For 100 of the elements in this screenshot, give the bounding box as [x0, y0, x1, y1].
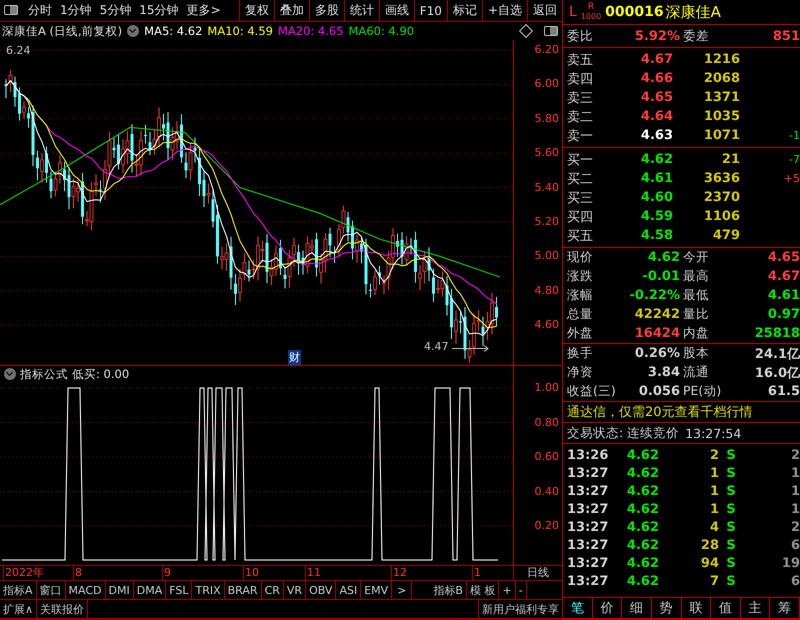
moving-average-label: MA5: 4.62 [144, 24, 202, 38]
order-level-label: 卖三 [567, 90, 594, 106]
indicator-tab[interactable]: EMV [361, 581, 392, 599]
panel-tab[interactable]: 值 [711, 598, 741, 618]
price-axis-label: 5.20 [534, 215, 559, 228]
panel-tab[interactable]: 主 [740, 598, 770, 618]
toolbar-button[interactable]: 复权 [238, 0, 274, 21]
promo-link[interactable]: 通达信，仅需20元查看千档行情 [567, 403, 753, 421]
field-value: 851 [772, 28, 800, 44]
tick-volume: 4 [708, 520, 719, 534]
price-axis-label: 5.40 [534, 180, 559, 194]
tick-side: S [725, 448, 737, 462]
indicator-tab[interactable]: CR [262, 581, 284, 599]
indicator-tab[interactable]: 指标A [0, 581, 37, 599]
toolbar-button[interactable]: F10 [414, 0, 447, 21]
tick-side: S [725, 538, 737, 552]
order-volume: 1371 [702, 90, 740, 105]
panel-tab[interactable]: 细 [622, 598, 652, 618]
toolbar-button[interactable]: 多股 [308, 0, 344, 21]
field-label: PE(动) [683, 383, 722, 400]
panel-tab[interactable]: 筹 [770, 598, 800, 618]
chevron-down-icon[interactable] [127, 25, 140, 37]
field-value: 25818 [754, 326, 800, 341]
panel-tab[interactable]: 笔 [563, 598, 593, 618]
price-axis-label: 5.60 [534, 146, 559, 160]
indicator-tab[interactable]: + [499, 581, 516, 599]
toolbar-button[interactable]: 画线 [378, 0, 414, 21]
indicator-tab[interactable]: - [516, 581, 527, 599]
order-level-label: 买五 [567, 228, 594, 244]
toolbar-button[interactable]: 返回 [527, 0, 562, 21]
bottom-button[interactable]: 关联报价 [37, 600, 88, 618]
window-icon[interactable] [4, 5, 18, 15]
order-level-label: 卖二 [567, 108, 594, 126]
tick-volume: 94 [700, 556, 719, 570]
date-axis-label: 11 [305, 566, 321, 580]
tick-time: 13:27 [567, 520, 610, 534]
tick-side: S [725, 466, 737, 480]
period-tab[interactable]: 1分钟 [56, 0, 96, 21]
indicator-axis-label: 0.40 [534, 484, 559, 498]
date-axis-label: 12 [391, 566, 407, 580]
toolbar-button[interactable]: 标记 [446, 0, 482, 21]
order-level-label: 卖一 [567, 128, 594, 144]
field-value: 16.0亿 [754, 364, 800, 382]
indicator-axis-label: 0.80 [534, 416, 559, 428]
tick-time: 13:27 [567, 502, 610, 516]
promo-link[interactable]: 新用户福利专享 [478, 600, 562, 618]
tick-price: 4.62 [626, 538, 659, 552]
order-volume: 1106 [702, 209, 740, 224]
high-price-label: 6.24 [6, 44, 30, 57]
event-marker[interactable]: 财 [288, 350, 301, 365]
indicator-tab[interactable]: 模 板 [466, 581, 500, 599]
indicator-tab[interactable]: TRIX [192, 581, 225, 599]
tick-count: 2 [790, 448, 800, 462]
indicator-tab[interactable]: 窗口 [36, 581, 66, 599]
indicator-tab[interactable]: OBV [306, 581, 336, 599]
indicator-tab[interactable]: DMA [134, 581, 166, 599]
tick-price: 4.62 [626, 520, 659, 534]
window-icon[interactable] [544, 26, 558, 36]
indicator-tab[interactable]: MACD [66, 581, 106, 599]
tick-count: 1 [790, 502, 800, 516]
period-tab[interactable]: 更多> [182, 0, 225, 21]
period-tab[interactable]: 5分钟 [96, 0, 136, 21]
indicator-tab[interactable]: VR [284, 581, 306, 599]
indicator-tab[interactable]: BRAR [224, 581, 262, 599]
tick-count: 2 [790, 520, 800, 534]
bottom-button[interactable]: 扩展∧ [0, 600, 38, 618]
tick-time: 13:26 [567, 448, 610, 462]
period-tab[interactable]: 15分钟 [135, 0, 183, 21]
period-tab[interactable]: 分时 [24, 0, 56, 21]
order-level-label: 买三 [567, 190, 594, 206]
indicator-tab[interactable]: 指标B [430, 581, 467, 599]
panel-tab[interactable]: 价 [592, 598, 622, 618]
indicator-tab[interactable]: ASI [336, 581, 362, 599]
toolbar-button[interactable]: 统计 [344, 0, 379, 21]
toolbar-button[interactable]: +自选 [482, 0, 527, 21]
panel-tab[interactable]: 势 [652, 598, 682, 618]
tick-volume: 1 [708, 502, 719, 516]
tick-volume: 1 [708, 484, 719, 498]
field-value: -0.22% [628, 288, 681, 303]
indicator-tab[interactable]: DMI [106, 581, 134, 599]
toolbar-button[interactable]: 叠加 [274, 0, 309, 21]
tick-time: 13:27 [567, 556, 610, 570]
field-value: 4.62 [646, 250, 681, 265]
field-label: 委差 [683, 28, 710, 44]
tick-side: S [725, 574, 737, 588]
tick-price: 4.62 [626, 502, 659, 516]
chevron-down-icon[interactable] [4, 368, 16, 380]
order-level-label: 卖四 [567, 70, 594, 88]
indicator-tab[interactable]: FSL [166, 581, 192, 599]
indicator-tab[interactable]: > [392, 581, 412, 599]
field-value: 5.92% [634, 28, 681, 44]
field-value: 16424 [634, 326, 681, 341]
tick-price: 4.62 [626, 556, 659, 570]
date-axis-label: 2022年 [3, 566, 44, 580]
field-value: 0.26% [634, 346, 681, 361]
field-label: 收益(三) [567, 383, 617, 400]
tick-count: 19 [780, 556, 800, 570]
panel-tab[interactable]: 联 [682, 598, 712, 618]
period-label: 日线 [526, 566, 550, 580]
indicator-axis-label: 0.20 [534, 519, 559, 532]
